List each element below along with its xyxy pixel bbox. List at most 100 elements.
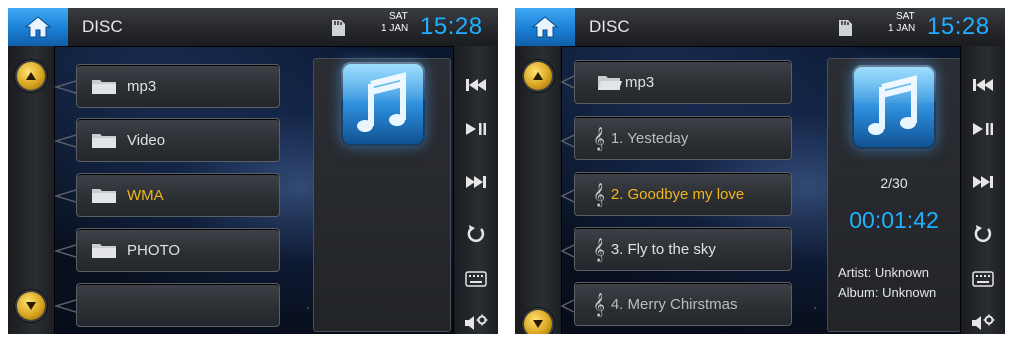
top-bar: DISC SAT 1 JAN 15:28: [8, 8, 498, 47]
repeat-icon: [467, 225, 485, 243]
home-icon: [25, 16, 51, 38]
treble-clef-icon: 𝄞: [593, 292, 605, 316]
keyboard-icon: [972, 271, 994, 287]
now-playing-panel: 2/30 00:01:42 Artist: Unknown Album: Unk…: [827, 58, 961, 332]
day-label: SAT: [896, 11, 915, 22]
treble-clef-icon: 𝄞: [593, 126, 605, 150]
next-track-button[interactable]: [454, 165, 498, 199]
album-art-panel: [313, 58, 451, 332]
control-column: [960, 46, 1005, 334]
down-arrow-icon: [26, 302, 36, 310]
album-label: Album: Unknown: [838, 285, 937, 300]
track-item-4[interactable]: 𝄞 4. Merry Chirstmas: [574, 282, 792, 326]
repeat-icon: [974, 225, 992, 243]
page-title: DISC: [589, 17, 630, 36]
scroll-sidebar: [8, 46, 55, 334]
date-label: 1 JAN: [888, 23, 916, 34]
sound-settings-button[interactable]: [961, 306, 1005, 334]
control-column: [453, 46, 498, 334]
list-item-folder-video[interactable]: Video: [76, 118, 280, 162]
track-title: 1. Yesteday: [610, 129, 689, 147]
keyboard-icon: [465, 271, 487, 287]
day-label: SAT: [389, 11, 408, 22]
sound-settings-icon: [465, 314, 488, 330]
connector: [561, 134, 574, 148]
list-item-label: mp3: [625, 73, 655, 91]
prev-track-button[interactable]: [454, 68, 498, 102]
connector: [561, 299, 574, 313]
album-art: [341, 62, 425, 146]
page-title: DISC: [82, 17, 123, 36]
list-item-label: PHOTO: [127, 241, 181, 259]
list-item-empty[interactable]: [76, 283, 280, 327]
connector: [54, 134, 76, 148]
treble-clef-icon: 𝄞: [593, 182, 605, 206]
repeat-button[interactable]: [454, 217, 498, 251]
clock: 15:28: [927, 13, 990, 40]
down-arrow-icon: [533, 320, 543, 328]
track-item-3[interactable]: 𝄞 3. Fly to the sky: [574, 227, 792, 271]
scroll-sidebar: [515, 46, 562, 334]
sd-card-icon[interactable]: [837, 19, 853, 37]
clock: 15:28: [420, 13, 483, 40]
play-pause-icon: [466, 123, 486, 135]
track-title: 2. Goodbye my love: [610, 185, 745, 203]
artist-label: Artist: Unknown: [838, 265, 930, 280]
scroll-up-button[interactable]: [524, 62, 552, 90]
list-item-folder-mp3[interactable]: mp3: [574, 60, 792, 104]
track-title: 4. Merry Chirstmas: [610, 295, 738, 313]
prev-track-button[interactable]: [961, 68, 1005, 102]
prev-track-icon: [973, 79, 993, 91]
connector: [561, 244, 574, 258]
up-arrow-icon: [533, 72, 543, 80]
connector: [561, 189, 574, 203]
date-label: 1 JAN: [381, 23, 409, 34]
next-track-button[interactable]: [961, 165, 1005, 199]
list-item-folder-photo[interactable]: PHOTO: [76, 228, 280, 272]
disc-folder-screen: DISC SAT 1 JAN 15:28 mp3 Video WMA PHOTO: [8, 8, 498, 334]
list-item-label: Video: [127, 131, 166, 149]
home-button[interactable]: [515, 8, 575, 46]
connector: [54, 244, 76, 258]
top-bar: DISC SAT 1 JAN 15:28: [515, 8, 1005, 47]
next-track-icon: [466, 176, 486, 188]
connector: [561, 75, 574, 89]
keyboard-button[interactable]: [454, 262, 498, 296]
sd-card-icon[interactable]: [330, 19, 346, 37]
track-item-1[interactable]: 𝄞 1. Yesteday: [574, 116, 792, 160]
keyboard-button[interactable]: [961, 262, 1005, 296]
folder-icon: [92, 80, 116, 94]
connector: [54, 189, 76, 203]
up-arrow-icon: [26, 72, 36, 80]
connector: [54, 80, 76, 94]
track-item-2[interactable]: 𝄞 2. Goodbye my love: [574, 172, 792, 216]
music-note-icon: [868, 75, 917, 135]
track-counter: 2/30: [880, 175, 908, 191]
play-pause-button[interactable]: [961, 112, 1005, 146]
sound-settings-button[interactable]: [454, 306, 498, 334]
treble-clef-icon: 𝄞: [593, 237, 605, 261]
list-item-label: WMA: [127, 186, 164, 204]
list-item-folder-mp3[interactable]: mp3: [76, 64, 280, 108]
open-folder-icon: [598, 76, 622, 90]
play-pause-icon: [973, 123, 993, 135]
connector: [54, 299, 76, 313]
disc-playback-screen: DISC SAT 1 JAN 15:28 mp3 𝄞 1. Yesteday 𝄞…: [515, 8, 1005, 334]
home-button[interactable]: [8, 8, 68, 46]
folder-icon: [92, 189, 116, 203]
elapsed-time: 00:01:42: [849, 207, 939, 233]
next-track-icon: [973, 176, 993, 188]
home-icon: [532, 16, 558, 38]
repeat-button[interactable]: [961, 217, 1005, 251]
scroll-down-button[interactable]: [524, 310, 552, 334]
scroll-up-button[interactable]: [17, 62, 45, 90]
scroll-down-button[interactable]: [17, 292, 45, 320]
list-item-label: mp3: [127, 77, 157, 95]
play-pause-button[interactable]: [454, 112, 498, 146]
music-note-icon: [357, 72, 406, 132]
track-title: 3. Fly to the sky: [610, 240, 716, 258]
folder-icon: [92, 244, 116, 258]
list-item-folder-wma[interactable]: WMA: [76, 173, 280, 217]
sound-settings-icon: [972, 314, 995, 330]
prev-track-icon: [466, 79, 486, 91]
